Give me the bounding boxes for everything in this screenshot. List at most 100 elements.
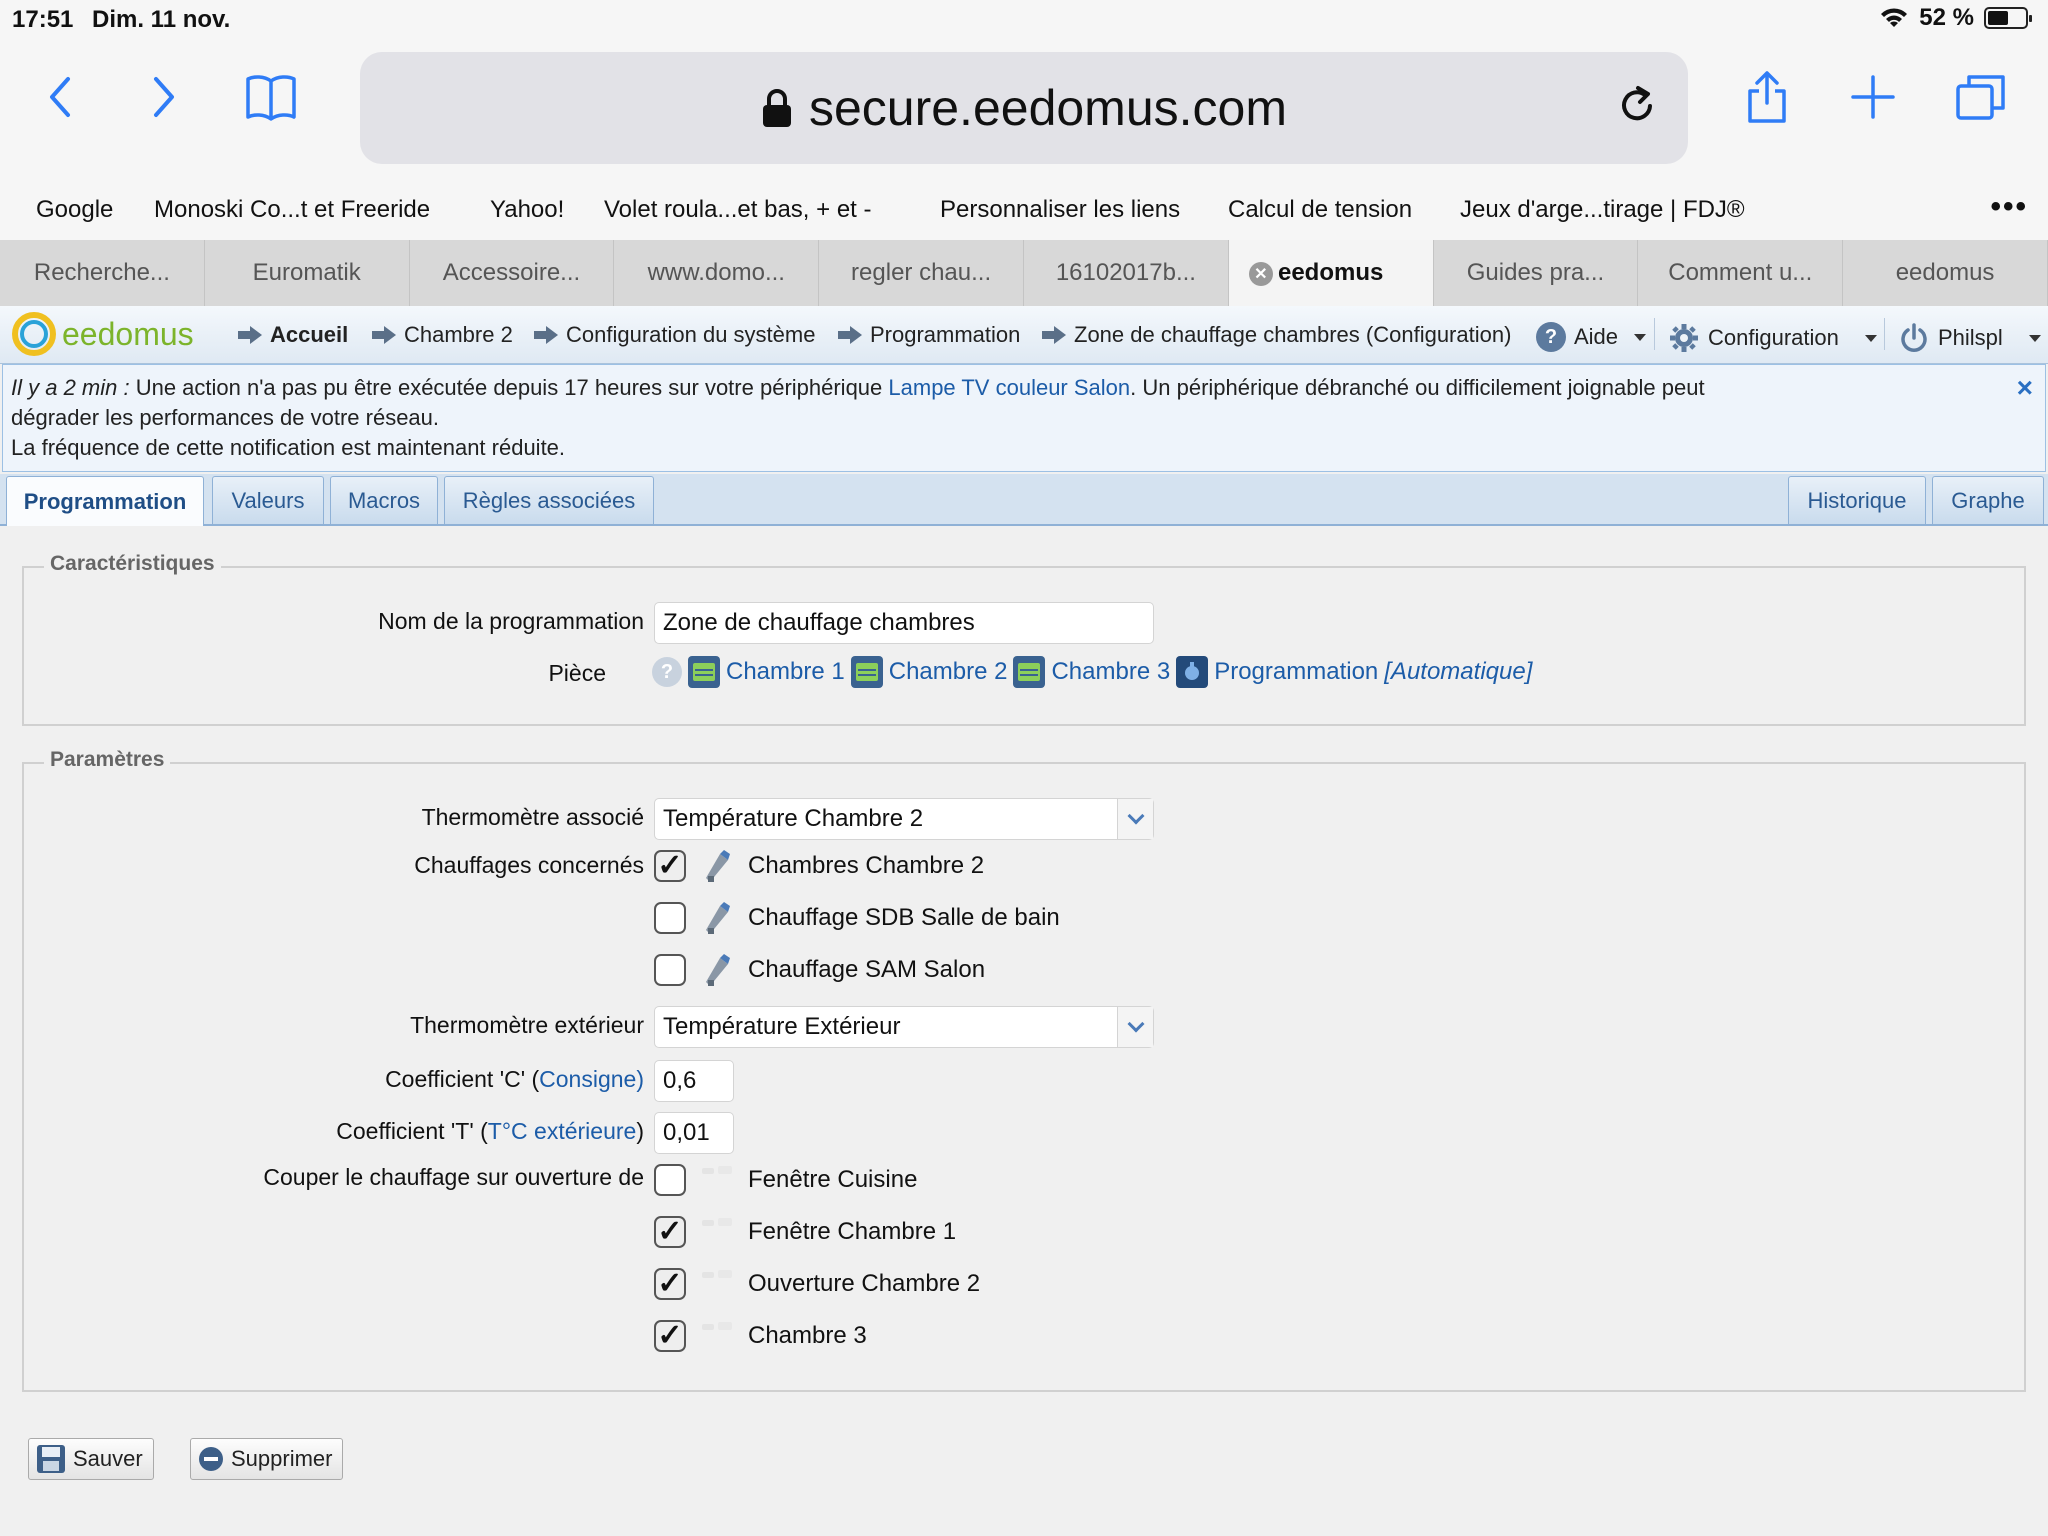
door-sensor-icon (700, 1212, 734, 1252)
tabs-overview-icon[interactable] (1946, 64, 2016, 130)
piece-label: Pièce (548, 660, 606, 686)
tab-valeurs[interactable]: Valeurs (212, 476, 324, 524)
save-button[interactable]: Sauver (28, 1438, 154, 1480)
user-label: Philspl (1938, 325, 2003, 350)
url-bar[interactable]: secure.eedomus.com (360, 52, 1688, 164)
checkbox[interactable] (654, 902, 686, 934)
browser-tab[interactable]: regler chau... (819, 240, 1024, 306)
thermometer-select[interactable]: Température Chambre 2 (654, 798, 1154, 840)
breadcrumb-home[interactable]: Accueil (238, 322, 348, 348)
device-link[interactable]: Lampe TV couleur Salon (888, 375, 1130, 400)
gear-icon (1670, 324, 1698, 352)
browser-tab[interactable]: Accessoire... (410, 240, 615, 306)
checkbox[interactable] (654, 1268, 686, 1300)
ext-thermometer-select[interactable]: Température Extérieur (654, 1006, 1154, 1048)
checkbox[interactable] (654, 1164, 686, 1196)
tab-regles[interactable]: Règles associées (444, 476, 654, 524)
reload-icon[interactable] (1618, 82, 1658, 131)
breadcrumb-config[interactable]: Configuration du système (534, 322, 815, 348)
close-icon[interactable]: × (2017, 373, 2033, 403)
bookmark-item[interactable]: Google (36, 196, 113, 224)
tab-macros[interactable]: Macros (330, 476, 438, 524)
tab-graphe[interactable]: Graphe (1932, 476, 2044, 524)
program-mode[interactable]: [Automatique] (1384, 658, 1532, 686)
help-icon[interactable]: ? (652, 657, 682, 687)
door-sensor-icon (700, 1264, 734, 1304)
logo-icon (12, 312, 56, 356)
breadcrumb-room[interactable]: Chambre 2 (372, 322, 513, 348)
checkbox[interactable] (654, 1216, 686, 1248)
checkbox[interactable] (654, 954, 686, 986)
browser-tab[interactable]: Comment u... (1638, 240, 1844, 306)
consigne-link[interactable]: Consigne) (539, 1066, 644, 1092)
caret-down-icon (2028, 334, 2041, 342)
door-sensor-icon (700, 1160, 734, 1200)
tab-label: Guides pra... (1466, 259, 1605, 286)
notification-line: La fréquence de cette notification est m… (11, 435, 566, 460)
breadcrumb-program[interactable]: Programmation (838, 322, 1020, 348)
program-link[interactable]: Programmation (1214, 658, 1378, 686)
help-icon: ? (1536, 322, 1566, 352)
ext-thermometer-label: Thermomètre extérieur (410, 1012, 644, 1038)
browser-tab[interactable]: 16102017b... (1024, 240, 1229, 306)
help-menu[interactable]: ? Aide (1536, 322, 1647, 352)
room-link[interactable]: Chambre 1 (726, 658, 845, 686)
checkbox-label: Chambres Chambre 2 (748, 852, 985, 879)
room-link[interactable]: Chambre 2 (889, 658, 1008, 686)
share-icon[interactable] (1732, 64, 1802, 130)
room-icon (850, 656, 883, 688)
bookmark-item[interactable]: Yahoo! (490, 196, 564, 224)
tab-label: eedomus (1895, 259, 1995, 286)
browser-tab[interactable]: Guides pra... (1434, 240, 1639, 306)
new-tab-icon[interactable] (1838, 64, 1908, 130)
bookmark-item[interactable]: Monoski Co...t et Freeride (154, 196, 430, 224)
browser-tab[interactable]: Euromatik (205, 240, 410, 306)
characteristics-fieldset: Caractéristiques (22, 552, 2026, 726)
eedomus-logo[interactable]: eedomus (12, 312, 194, 356)
user-menu[interactable]: Philspl (1898, 322, 2041, 354)
bookmark-item[interactable]: Jeux d'arge...tirage | FDJ® (1460, 196, 1745, 224)
header-divider (1654, 318, 1655, 350)
fieldset-legend: Caractéristiques (44, 552, 221, 576)
tab-label: Euromatik (252, 259, 361, 286)
coef-t-input[interactable]: 0,01 (654, 1112, 734, 1154)
floppy-icon (37, 1445, 65, 1473)
bookmark-item[interactable]: Calcul de tension (1228, 196, 1412, 224)
coef-c-text: Coefficient 'C' ( (385, 1066, 540, 1092)
bookmark-item[interactable]: Volet roula...et bas, + et - (604, 196, 872, 224)
close-tab-icon[interactable]: ✕ (1248, 262, 1273, 286)
browser-tab-active[interactable]: ✕ eedomus (1228, 240, 1434, 306)
parameters-fieldset: Paramètres (22, 748, 2026, 1392)
breadcrumb-current[interactable]: Zone de chauffage chambres (Configuratio… (1042, 322, 1511, 348)
delete-button[interactable]: Supprimer (190, 1438, 344, 1480)
notification-line: dégrader les performances de votre résea… (11, 405, 440, 430)
bookmark-item[interactable]: Personnaliser les liens (940, 196, 1180, 224)
coef-c-input[interactable]: 0,6 (654, 1060, 734, 1102)
tab-historique[interactable]: Historique (1788, 476, 1926, 524)
tab-label: Comment u... (1668, 259, 1813, 286)
browser-tab[interactable]: www.domo... (614, 240, 820, 306)
heater-icon (700, 846, 734, 886)
notification-text: . Un périphérique débranché ou difficile… (1130, 375, 1705, 400)
breadcrumb-label: Programmation (870, 322, 1021, 347)
browser-tab[interactable]: eedomus (1843, 240, 2048, 306)
checkbox[interactable] (654, 850, 686, 882)
browser-tab[interactable]: Recherche... (0, 240, 205, 306)
checkbox[interactable] (654, 1320, 686, 1352)
tab-label: regler chau... (851, 259, 992, 286)
config-menu[interactable]: Configuration (1668, 322, 1877, 354)
heaters-label: Chauffages concernés (414, 852, 644, 878)
tab-programmation[interactable]: Programmation (6, 476, 204, 526)
status-date: Dim. 11 nov. (92, 6, 231, 33)
more-bookmarks-button[interactable]: ••• (1990, 190, 2028, 224)
back-icon[interactable] (24, 64, 94, 130)
checkbox-label: Fenêtre Cuisine (748, 1166, 918, 1193)
forward-icon[interactable] (130, 64, 200, 130)
room-link[interactable]: Chambre 3 (1051, 658, 1170, 686)
bookmarks-icon[interactable] (236, 64, 306, 130)
program-name-input[interactable]: Zone de chauffage chambres (654, 602, 1154, 644)
chevron-down-icon (1117, 1007, 1153, 1047)
chevron-down-icon (1117, 799, 1153, 839)
ext-temp-link[interactable]: T°C extérieure (488, 1118, 637, 1144)
save-label: Sauver (73, 1446, 143, 1471)
